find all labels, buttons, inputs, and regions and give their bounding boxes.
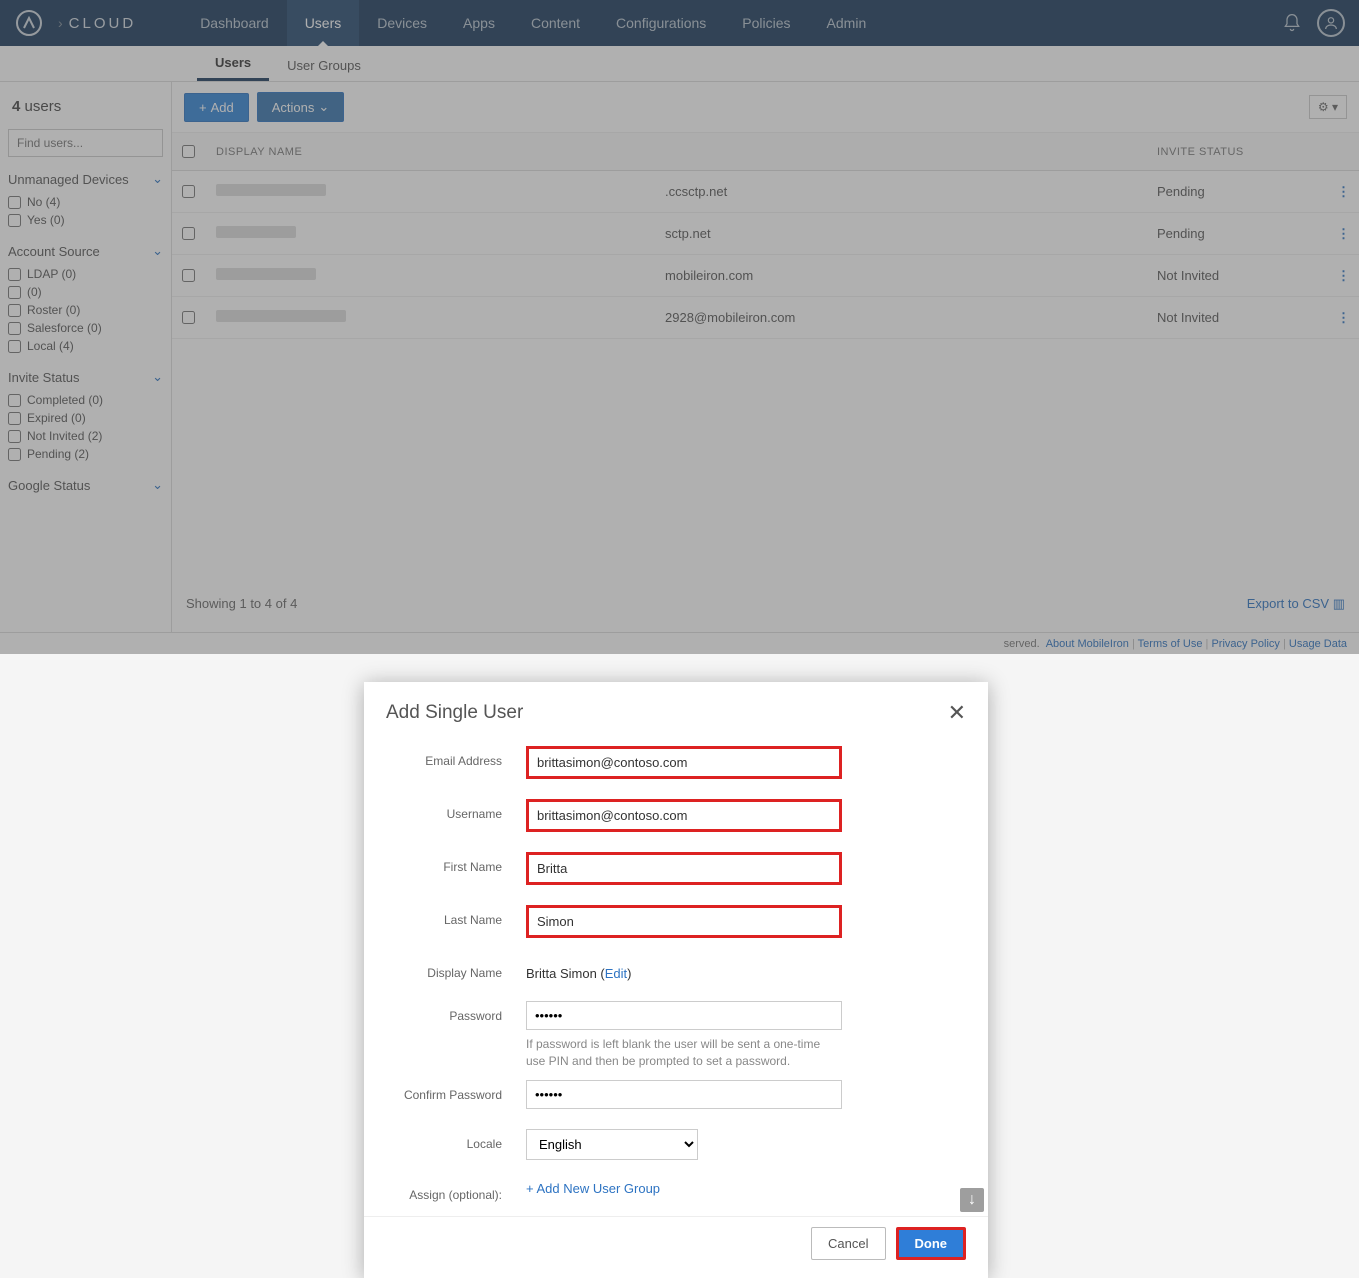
add-user-modal: Add Single User ✕ Email Address Username…	[364, 682, 988, 1278]
done-button[interactable]: Done	[896, 1227, 967, 1260]
confirm-password-field[interactable]	[526, 1080, 842, 1109]
password-field[interactable]	[526, 1001, 842, 1030]
email-label: Email Address	[386, 746, 526, 768]
close-icon[interactable]: ✕	[948, 700, 966, 726]
locale-label: Locale	[386, 1129, 526, 1151]
displayname-label: Display Name	[386, 958, 526, 980]
username-label: Username	[386, 799, 526, 821]
modal-body: Email Address Username First Name Last N…	[364, 736, 988, 1216]
firstname-label: First Name	[386, 852, 526, 874]
modal-title: Add Single User	[386, 702, 523, 724]
lastname-label: Last Name	[386, 905, 526, 927]
email-field[interactable]	[526, 746, 842, 779]
password-hint: If password is left blank the user will …	[526, 1036, 842, 1070]
lastname-field[interactable]	[526, 905, 842, 938]
add-user-group-link[interactable]: + Add New User Group	[526, 1181, 660, 1196]
locale-select[interactable]: English	[526, 1129, 698, 1160]
assign-label: Assign (optional):	[386, 1180, 526, 1202]
cancel-button[interactable]: Cancel	[811, 1227, 885, 1260]
confirm-password-label: Confirm Password	[386, 1080, 526, 1102]
displayname-value: Britta Simon	[526, 966, 597, 981]
scroll-down-icon[interactable]: ↓	[960, 1188, 984, 1212]
modal-overlay[interactable]	[0, 0, 1359, 654]
displayname-edit-link[interactable]: Edit	[605, 966, 627, 981]
password-label: Password	[386, 1001, 526, 1023]
firstname-field[interactable]	[526, 852, 842, 885]
username-field[interactable]	[526, 799, 842, 832]
